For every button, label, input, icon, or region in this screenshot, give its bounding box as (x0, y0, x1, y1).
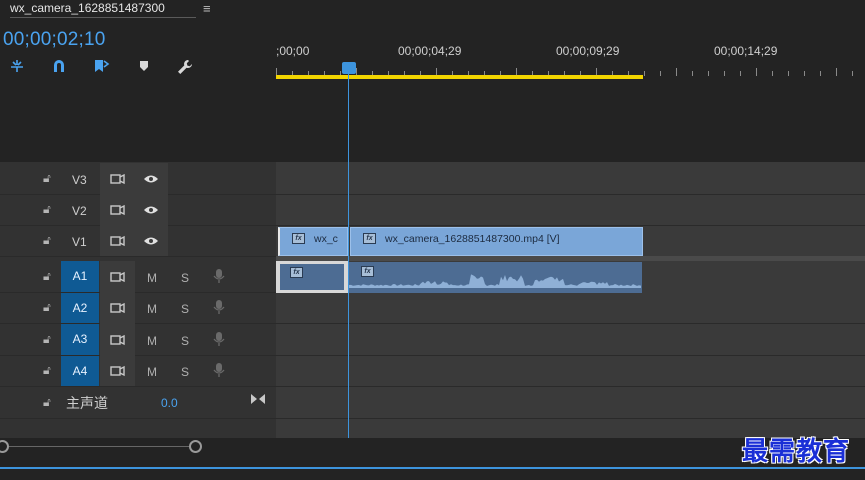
header-separator (0, 418, 276, 419)
sync-lock-icon[interactable] (110, 334, 126, 346)
microphone-icon[interactable] (213, 362, 225, 378)
lock-icon[interactable]: 🔓︎ (43, 269, 51, 284)
ruler-label: 00;00;09;29 (556, 44, 620, 58)
fx-badge-icon: fx (292, 233, 305, 244)
solo-button[interactable]: S (181, 334, 189, 348)
lock-icon[interactable]: 🔓︎ (43, 171, 51, 186)
lock-icon[interactable]: 🔓︎ (43, 233, 51, 248)
header-separator (0, 256, 276, 257)
audio-clip-a1-main[interactable]: fx (349, 262, 642, 293)
snap-icon[interactable] (6, 58, 28, 78)
ruler-label: ;00;00 (276, 44, 310, 58)
track-separator (276, 355, 865, 356)
clip-label: wx_c (314, 233, 338, 245)
microphone-icon[interactable] (213, 268, 225, 284)
track-header-v3: 🔓︎ V3 (0, 164, 276, 194)
sync-lock-icon[interactable] (110, 365, 126, 377)
eye-icon[interactable] (143, 235, 159, 247)
sync-lock-icon[interactable] (110, 235, 126, 247)
track-name[interactable]: V3 (72, 173, 87, 187)
track-header-v2: 🔓︎ V2 (0, 195, 276, 225)
ruler-label: 00;00;14;29 (714, 44, 778, 58)
av-divider (276, 256, 865, 261)
playhead-line[interactable] (348, 74, 349, 440)
solo-button[interactable]: S (181, 271, 189, 285)
video-clip-v1-main[interactable]: fx wx_camera_1628851487300.mp4 [V] (350, 227, 643, 256)
fx-badge-icon: fx (290, 267, 303, 278)
sync-lock-icon[interactable] (110, 173, 126, 185)
fx-badge-icon: fx (363, 233, 376, 244)
track-name[interactable]: V2 (72, 204, 87, 218)
track-name-selected[interactable]: A1 (61, 261, 99, 292)
audio-clip-a1-small[interactable]: fx (280, 264, 344, 290)
zoom-scroll-track[interactable] (2, 446, 196, 447)
lock-icon[interactable]: 🔓︎ (43, 202, 51, 217)
work-area-bar[interactable] (276, 75, 643, 79)
add-marker-icon[interactable] (90, 58, 112, 78)
track-separator (276, 418, 865, 419)
track-separator (276, 194, 865, 195)
ruler-label: 00;00;04;29 (398, 44, 462, 58)
track-header-a1: 🔓︎ A1 M S (0, 261, 276, 292)
sync-lock-icon[interactable] (110, 204, 126, 216)
mute-button[interactable]: M (147, 334, 157, 348)
bottom-accent-line (0, 467, 865, 469)
track-area[interactable] (276, 162, 865, 438)
track-name-selected[interactable]: A3 (61, 324, 99, 355)
microphone-icon[interactable] (213, 299, 225, 315)
track-header-v1: 🔓︎ V1 (0, 226, 276, 256)
clip-label: wx_camera_1628851487300.mp4 [V] (385, 233, 560, 245)
mute-button[interactable]: M (147, 365, 157, 379)
lock-icon[interactable]: 🔓︎ (43, 332, 51, 347)
track-name-selected[interactable]: A4 (61, 356, 99, 386)
audio-waveform (349, 274, 641, 288)
sequence-tab[interactable]: wx_camera_1628851487300 (0, 0, 175, 18)
go-to-in-out-icon[interactable] (250, 392, 266, 406)
mute-button[interactable]: M (147, 302, 157, 316)
track-separator (276, 323, 865, 324)
master-track-name: 主声道 (66, 396, 108, 412)
track-header-a2: 🔓︎ A2 M S (0, 293, 276, 323)
timeline-footer (0, 438, 865, 480)
lock-icon[interactable]: 🔓︎ (43, 395, 51, 410)
sync-lock-icon[interactable] (110, 302, 126, 314)
solo-button[interactable]: S (181, 365, 189, 379)
microphone-icon[interactable] (213, 331, 225, 347)
marker-icon[interactable] (133, 58, 155, 78)
video-clip-v1-small[interactable]: fx wx_c (278, 227, 348, 256)
solo-button[interactable]: S (181, 302, 189, 316)
track-name-selected[interactable]: A2 (61, 293, 99, 323)
tab-underline (10, 17, 196, 18)
hamburger-menu-icon[interactable]: ≡ (203, 1, 211, 16)
eye-icon[interactable] (143, 204, 159, 216)
track-header-master: 🔓︎ 主声道 0.0 (0, 387, 276, 418)
track-name[interactable]: V1 (72, 235, 87, 249)
sync-lock-icon[interactable] (110, 271, 126, 283)
track-header-a4: 🔓︎ A4 M S (0, 356, 276, 386)
linked-selection-icon[interactable] (48, 58, 70, 78)
lock-icon[interactable]: 🔓︎ (43, 300, 51, 315)
mute-button[interactable]: M (147, 271, 157, 285)
master-volume-value[interactable]: 0.0 (161, 396, 178, 410)
playhead-handle[interactable] (342, 62, 356, 74)
lock-icon[interactable]: 🔓︎ (43, 363, 51, 378)
eye-icon[interactable] (143, 173, 159, 185)
zoom-handle-right[interactable] (189, 440, 202, 453)
playhead-timecode[interactable]: 00;00;02;10 (3, 29, 106, 51)
track-separator (276, 386, 865, 387)
track-header-a3: 🔓︎ A3 M S (0, 324, 276, 355)
watermark-logo: 最需教育 (742, 437, 851, 467)
wrench-icon[interactable] (174, 58, 196, 78)
track-separator (276, 225, 865, 226)
